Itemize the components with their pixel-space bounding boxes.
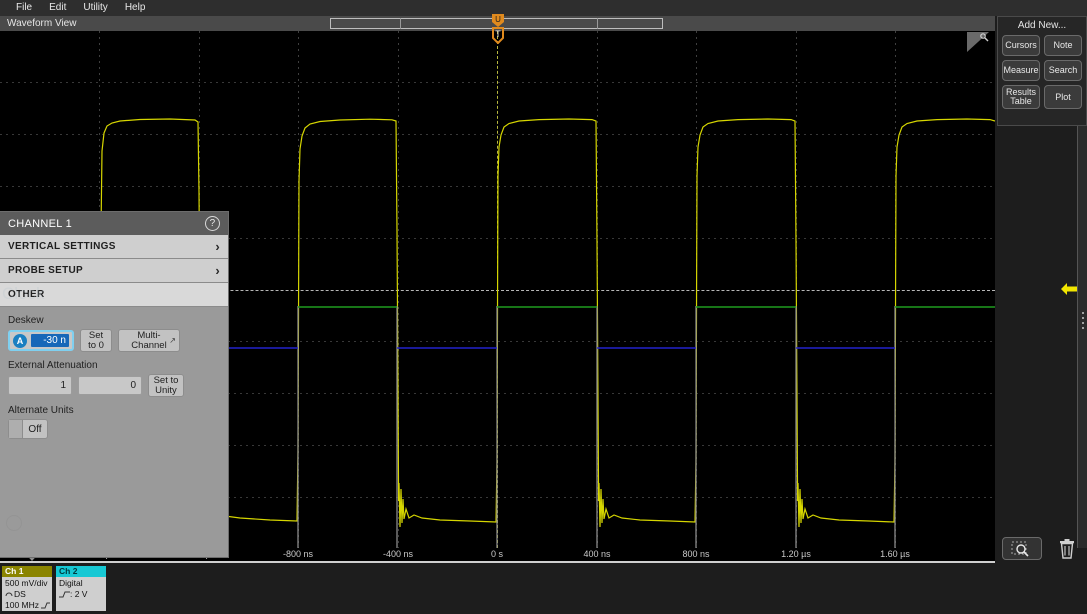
deskew-row: A -30 n Set to 0 Multi- Channel ↗	[8, 329, 220, 352]
bandwidth-icon	[41, 602, 50, 609]
svg-text:T: T	[495, 29, 501, 39]
multi-channel-line1: Multi-	[131, 331, 166, 341]
toggle-slot	[9, 420, 23, 438]
section-other[interactable]: OTHER	[0, 283, 228, 307]
sidebar-title: Add New...	[998, 17, 1086, 35]
menu-item-help[interactable]: Help	[119, 0, 152, 16]
deskew-value: -30 n	[31, 334, 69, 347]
time-tick-label: 1.60 µs	[880, 549, 910, 559]
time-tick-label: 400 ns	[583, 549, 610, 559]
set-to-unity-line2: Unity	[154, 386, 179, 396]
multi-channel-line2: Channel	[131, 341, 166, 351]
external-attenuation-row: 1 0 Set to Unity	[8, 374, 220, 397]
set-to-zero-button[interactable]: Set to 0	[80, 329, 112, 352]
alternate-units-label: Alternate Units	[8, 405, 220, 416]
multi-channel-button[interactable]: Multi- Channel ↗	[118, 329, 180, 352]
rising-edge-icon	[59, 591, 70, 598]
trigger-level-arrow-icon[interactable]	[1061, 282, 1077, 296]
trigger-position-marker[interactable]: U T	[490, 14, 506, 44]
chevron-right-icon: ›	[215, 239, 220, 254]
channel-1-bandwidth: 100 MHz	[5, 600, 39, 610]
menu-bar: File Edit Utility Help	[0, 0, 1087, 16]
set-to-zero-line1: Set	[88, 331, 104, 341]
add-plot-button[interactable]: Plot	[1044, 85, 1082, 109]
knob-a-icon: A	[13, 334, 27, 348]
section-probe-setup[interactable]: PROBE SETUP ›	[0, 259, 228, 283]
alternate-units-toggle[interactable]: Off	[8, 419, 48, 439]
menu-item-file[interactable]: File	[10, 0, 38, 16]
zoom-area-icon[interactable]	[1002, 537, 1042, 560]
section-label: PROBE SETUP	[8, 265, 215, 276]
external-attenuation-input-1[interactable]: 1	[8, 376, 72, 395]
alternate-units-state: Off	[23, 424, 47, 435]
section-label: OTHER	[8, 289, 220, 300]
channel-1-details: 500 mV/div DS 100 MHz	[2, 577, 52, 611]
chevron-right-icon: ›	[215, 263, 220, 278]
axis-rule	[0, 561, 995, 563]
time-tick-label: 800 ns	[682, 549, 709, 559]
panel-body: Deskew A -30 n Set to 0 Multi- Channel	[0, 307, 228, 439]
external-attenuation-label: External Attenuation	[8, 360, 220, 371]
channel-2-threshold: : 2 V	[70, 589, 87, 599]
panel-ghost-icon	[6, 515, 22, 531]
add-cursors-button[interactable]: Cursors	[1002, 35, 1040, 56]
set-to-unity-line1: Set to	[154, 376, 179, 386]
svg-text:U: U	[495, 15, 501, 24]
external-attenuation-input-2[interactable]: 0	[78, 376, 142, 395]
channel-1-coupling: DS	[14, 589, 26, 599]
trash-icon[interactable]	[1052, 536, 1082, 561]
section-label: VERTICAL SETTINGS	[8, 241, 215, 252]
deskew-input[interactable]: A -30 n	[8, 330, 74, 351]
bottom-badge-bar: Ch 1 500 mV/div DS 100 MHz Ch 2 Digital …	[0, 564, 1087, 614]
time-tick-label: -400 ns	[383, 549, 413, 559]
panel-title: CHANNEL 1	[8, 218, 205, 230]
add-new-sidebar: Add New... Cursors Note Measure Search R…	[997, 16, 1087, 126]
add-results-table-button[interactable]: Results Table	[1002, 85, 1040, 109]
add-search-button[interactable]: Search	[1044, 60, 1082, 81]
channel-1-scale: 500 mV/div	[5, 578, 49, 589]
open-dialog-icon: ↗	[169, 337, 176, 345]
panel-header: CHANNEL 1 ?	[0, 212, 228, 235]
help-icon[interactable]: ?	[205, 216, 220, 231]
results-table-line2: Table	[1006, 97, 1036, 106]
marker-dots-icon	[1080, 309, 1085, 331]
section-vertical-settings[interactable]: VERTICAL SETTINGS ›	[0, 235, 228, 259]
channel-1-badge[interactable]: Ch 1 500 mV/div DS 100 MHz	[2, 566, 52, 611]
time-tick-label: 0 s	[491, 549, 503, 559]
sidebar-button-grid: Cursors Note Measure Search Results Tabl…	[998, 35, 1086, 109]
time-tick-label: 1.20 µs	[781, 549, 811, 559]
set-to-zero-line2: to 0	[88, 341, 104, 351]
resize-handle-icon[interactable]	[967, 32, 991, 52]
probe-icon	[5, 591, 14, 598]
menu-item-edit[interactable]: Edit	[43, 0, 72, 16]
set-to-unity-button[interactable]: Set to Unity	[148, 374, 184, 397]
channel-2-badge[interactable]: Ch 2 Digital : 2 V	[56, 566, 106, 611]
channel-1-name: Ch 1	[2, 566, 52, 577]
channel-settings-panel[interactable]: CHANNEL 1 ? VERTICAL SETTINGS › PROBE SE…	[0, 212, 228, 557]
channel-2-name: Ch 2	[56, 566, 106, 577]
deskew-label: Deskew	[8, 315, 220, 326]
add-note-button[interactable]: Note	[1044, 35, 1082, 56]
channel-2-type: Digital	[59, 578, 103, 589]
channel-2-details: Digital : 2 V	[56, 577, 106, 601]
time-tick-label: -800 ns	[283, 549, 313, 559]
add-measure-button[interactable]: Measure	[1002, 60, 1040, 81]
tool-row	[1002, 536, 1082, 561]
menu-item-utility[interactable]: Utility	[77, 0, 113, 16]
